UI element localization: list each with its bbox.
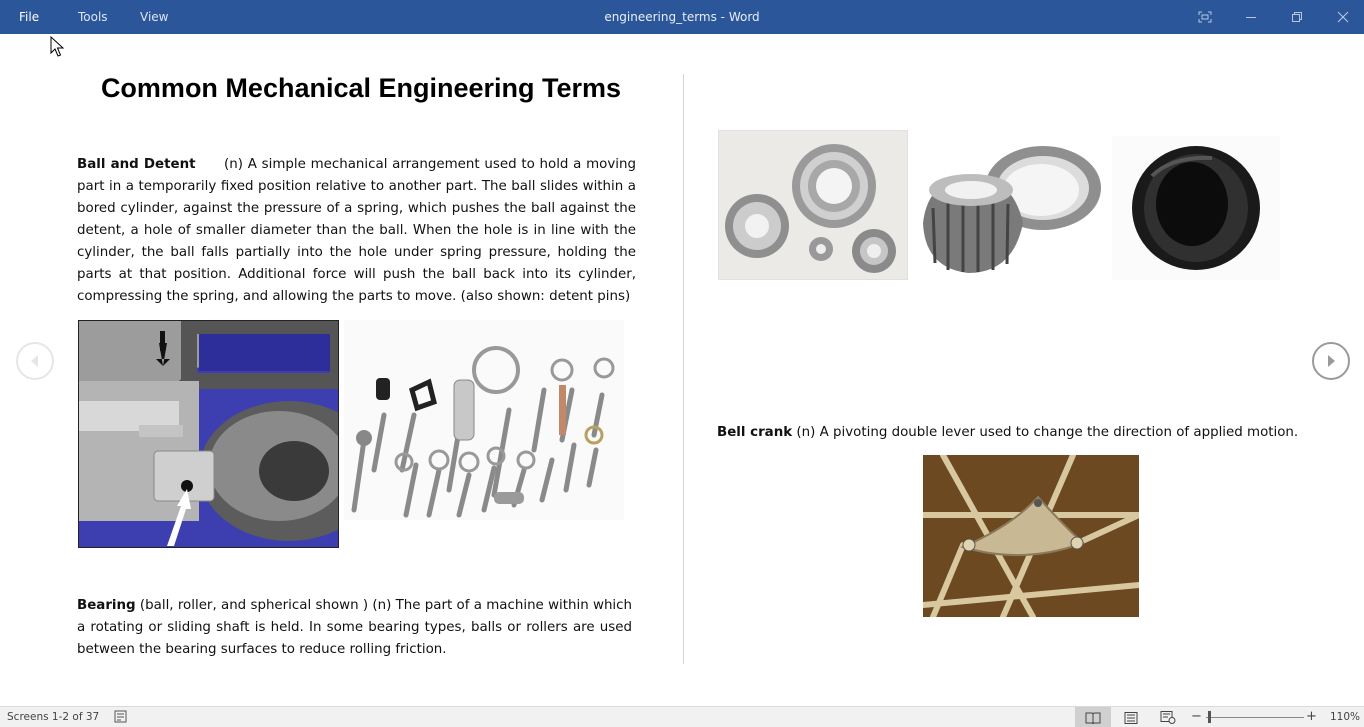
image-detent-pins [344, 320, 624, 520]
term-ball-and-detent: Ball and Detent [77, 157, 196, 172]
proofing-icon[interactable] [114, 710, 128, 723]
zoom-slider-thumb[interactable] [1208, 711, 1211, 723]
image-ball-bearings [718, 130, 908, 280]
page-divider [683, 74, 684, 664]
definition-bell-crank: (n) A pivoting double lever used to chan… [792, 425, 1299, 440]
menu-tools[interactable]: Tools [78, 0, 108, 34]
menu-file[interactable]: File [19, 0, 39, 34]
window-title: engineering_terms - Word [604, 10, 760, 24]
zoom-slider[interactable] [1206, 717, 1304, 718]
read-mode-icon [1085, 712, 1101, 724]
focus-mode-icon [1198, 11, 1212, 23]
page-title: Common Mechanical Engineering Terms [100, 73, 622, 103]
close-icon [1337, 11, 1349, 23]
next-screen-button[interactable] [1312, 342, 1350, 380]
image-roller-bearing [913, 138, 1106, 278]
image-bell-crank [923, 455, 1139, 617]
previous-screen-button[interactable] [16, 342, 54, 380]
paragraph-bell-crank: Bell crank (n) A pivoting double lever u… [717, 422, 1298, 444]
chevron-right-icon [1328, 355, 1335, 367]
minimize-button[interactable] [1228, 0, 1274, 34]
print-layout-button[interactable] [1113, 707, 1149, 727]
status-bar: Screens 1-2 of 37 − + 110% [0, 706, 1364, 727]
zoom-in-button[interactable]: + [1306, 707, 1317, 727]
page-count[interactable]: Screens 1-2 of 37 [7, 707, 99, 727]
minimize-icon [1246, 17, 1256, 18]
zoom-level[interactable]: 110% [1330, 707, 1360, 727]
web-layout-icon [1160, 711, 1176, 724]
zoom-out-button[interactable]: − [1191, 707, 1202, 727]
term-bell-crank: Bell crank [717, 425, 793, 440]
paragraph-bearing: Bearing (ball, roller, and spherical sho… [77, 595, 632, 661]
chevron-left-icon [31, 355, 38, 367]
restore-button[interactable] [1274, 0, 1320, 34]
image-revolver-detent [78, 320, 339, 548]
definition-ball-and-detent: (n) A simple mechanical arrangement used… [77, 157, 636, 304]
restore-icon [1292, 12, 1302, 22]
focus-mode-button[interactable] [1182, 0, 1228, 34]
close-button[interactable] [1320, 0, 1364, 34]
term-bearing: Bearing [77, 598, 136, 613]
read-mode-button[interactable] [1075, 707, 1111, 727]
web-layout-button[interactable] [1150, 707, 1186, 727]
definition-bearing: (ball, roller, and spherical shown ) (n)… [77, 598, 632, 657]
menu-view[interactable]: View [140, 0, 168, 34]
paragraph-ball-and-detent: Ball and Detent (n) A simple mechanical … [77, 154, 636, 308]
print-layout-icon [1124, 711, 1138, 724]
title-bar: File Tools View engineering_terms - Word [0, 0, 1364, 34]
image-spherical-bearing [1112, 136, 1280, 280]
